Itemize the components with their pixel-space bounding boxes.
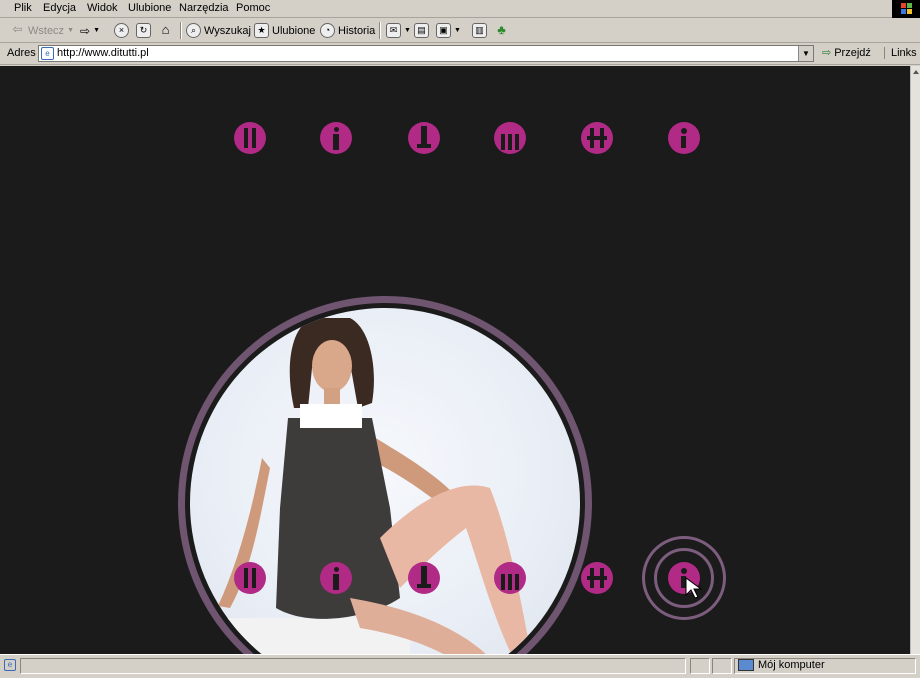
- menu-plik[interactable]: Plik: [14, 2, 32, 14]
- chevron-down-icon: ▼: [67, 27, 74, 34]
- mouse-cursor-icon: [685, 577, 703, 599]
- stop-button[interactable]: ×: [114, 21, 129, 40]
- model-illustration: [210, 318, 530, 654]
- menu-narzedzia[interactable]: Narzędzia: [179, 2, 229, 14]
- search-label: Wyszukaj: [204, 24, 251, 37]
- history-label: Historia: [338, 24, 376, 37]
- toolbar-separator: [180, 22, 181, 39]
- edit-button[interactable]: ▣ ▼: [436, 21, 461, 40]
- computer-icon: [738, 659, 754, 671]
- stop-icon: ×: [114, 23, 129, 38]
- back-label: Wstecz: [28, 24, 65, 37]
- favorites-button[interactable]: ★ Ulubione: [254, 21, 315, 40]
- model-photo: [190, 308, 580, 654]
- page-viewport: [0, 66, 910, 654]
- discuss-button[interactable]: ▥: [472, 21, 487, 40]
- messenger-icon: ♣: [497, 22, 506, 37]
- menu-ulubione[interactable]: Ulubione: [128, 2, 171, 14]
- home-button[interactable]: ⌂: [158, 21, 173, 40]
- menu-bar: Plik Edycja Widok Ulubione Narzędzia Pom…: [0, 0, 920, 18]
- menu-widok[interactable]: Widok: [87, 2, 118, 14]
- nav-icon-2[interactable]: [320, 122, 352, 154]
- favorites-label: Ulubione: [272, 24, 316, 37]
- mail-icon: ✉: [386, 23, 401, 38]
- mail-button[interactable]: ✉ ▼: [386, 21, 411, 40]
- arrow-right-icon: ⇨: [80, 23, 91, 38]
- search-icon: ⌕: [186, 23, 201, 38]
- address-bar: Adres e http://www.ditutti.pl ▼ ⇨ Przejd…: [0, 43, 920, 65]
- menu-pomoc[interactable]: Pomoc: [236, 2, 270, 14]
- print-icon: ▤: [414, 23, 429, 38]
- go-label: Przejdź: [834, 46, 871, 59]
- links-button[interactable]: Links: [884, 47, 917, 59]
- nav-icon-4[interactable]: [494, 122, 526, 154]
- forward-button[interactable]: ⇨ ▼: [80, 21, 100, 40]
- top-shape: [300, 404, 362, 428]
- nav-icon-bottom-1[interactable]: [234, 562, 266, 594]
- windows-logo-icon: [892, 0, 920, 18]
- nav-icon-bottom-4[interactable]: [494, 562, 526, 594]
- vertical-scrollbar[interactable]: [910, 66, 920, 654]
- scroll-up-icon[interactable]: [913, 70, 919, 74]
- status-progress-cell: [690, 658, 710, 674]
- status-lock-cell: [712, 658, 732, 674]
- go-arrow-icon: ⇨: [822, 47, 832, 59]
- edit-icon: ▣: [436, 23, 451, 38]
- chevron-down-icon: ▼: [93, 27, 100, 34]
- history-icon: ◔: [320, 23, 335, 38]
- face-shape: [312, 340, 352, 392]
- nav-icon-6[interactable]: [668, 122, 700, 154]
- favorites-icon: ★: [254, 23, 269, 38]
- chevron-down-icon: ▼: [454, 27, 461, 34]
- refresh-button[interactable]: ↻: [136, 21, 151, 40]
- back-button[interactable]: ⇦ Wstecz ▼: [10, 21, 74, 40]
- address-url[interactable]: http://www.ditutti.pl: [57, 47, 149, 59]
- address-label: Adres: [7, 47, 36, 59]
- status-text-cell: [20, 658, 686, 674]
- address-dropdown-icon[interactable]: ▼: [798, 46, 813, 61]
- arrow-left-icon: ⇦: [12, 22, 23, 36]
- home-icon: ⌂: [161, 22, 170, 37]
- chevron-down-icon: ▼: [404, 27, 411, 34]
- menu-edycja[interactable]: Edycja: [43, 2, 76, 14]
- refresh-icon: ↻: [136, 23, 151, 38]
- zone-label: Mój komputer: [758, 659, 825, 671]
- page-icon: e: [41, 47, 54, 60]
- history-button[interactable]: ◔ Historia: [320, 21, 375, 40]
- toolbar-separator: [379, 22, 380, 39]
- discuss-icon: ▥: [472, 23, 487, 38]
- address-input[interactable]: e http://www.ditutti.pl ▼: [38, 45, 814, 62]
- messenger-button[interactable]: ♣: [494, 21, 509, 40]
- page-status-icon: e: [4, 659, 16, 671]
- status-bar: e Mój komputer: [0, 654, 920, 678]
- go-button[interactable]: ⇨ Przejdź: [822, 46, 871, 60]
- nav-icon-bottom-2[interactable]: [320, 562, 352, 594]
- nav-icon-5[interactable]: [581, 122, 613, 154]
- print-button[interactable]: ▤: [414, 21, 429, 40]
- nav-icon-bottom-3[interactable]: [408, 562, 440, 594]
- nav-icon-bottom-5[interactable]: [581, 562, 613, 594]
- nav-icon-1[interactable]: [234, 122, 266, 154]
- nav-icon-3[interactable]: [408, 122, 440, 154]
- toolbar: ⇦ Wstecz ▼ ⇨ ▼ × ↻ ⌂ ⌕ Wyszukaj ★ Ulubio…: [0, 18, 920, 43]
- search-button[interactable]: ⌕ Wyszukaj: [186, 21, 251, 40]
